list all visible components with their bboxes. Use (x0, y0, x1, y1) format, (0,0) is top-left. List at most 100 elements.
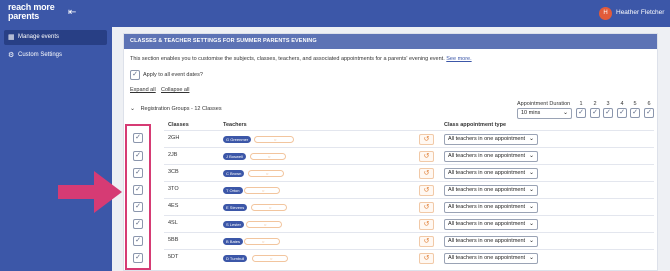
appointment-type-value: All teachers in one appointment (448, 221, 526, 227)
group-label: Registration Groups - 12 Classes (140, 106, 222, 112)
gear-icon: ⚙ (8, 52, 15, 59)
duration-checkbox-5[interactable]: ✓ (630, 108, 640, 118)
panel-title: CLASSES & TEACHER SETTINGS FOR SUMMER PA… (124, 34, 657, 49)
collapse-all-link[interactable]: Collapse all (161, 87, 189, 93)
row-divider (164, 198, 654, 199)
registration-groups-toggle[interactable]: ⌄ Registration Groups - 12 Classes (130, 105, 222, 112)
class-checkbox[interactable]: ✓ (133, 219, 143, 229)
chevron-down-icon: ⌄ (528, 170, 534, 176)
duration-checkbox-2[interactable]: ✓ (590, 108, 600, 118)
reset-icon[interactable]: ↺ (419, 168, 434, 179)
chevron-down-icon: ⌄ (528, 255, 534, 261)
class-name: 4ES (168, 203, 179, 209)
calendar-icon: ▦ (8, 34, 15, 41)
chevron-down-icon: ⌄ (562, 110, 568, 116)
intro-body: This section enables you to customise th… (130, 56, 445, 62)
reset-icon[interactable]: ↺ (419, 185, 434, 196)
appointment-duration-label: Appointment Duration (517, 101, 571, 107)
class-checkbox[interactable]: ✓ (133, 253, 143, 263)
teacher-tag[interactable]: S Lester (223, 221, 244, 228)
column-header-appointment-type: Class appointment type (444, 122, 507, 128)
appointment-type-select[interactable]: All teachers in one appointment ⌄ (444, 202, 538, 213)
reset-icon[interactable]: ↺ (419, 151, 434, 162)
duration-pill[interactable]: ○ (248, 170, 284, 177)
teacher-tag[interactable]: G Greenmer (223, 136, 252, 143)
sidebar-item-custom-settings[interactable]: ⚙ Custom Settings (4, 48, 107, 63)
class-name: 2GH (168, 135, 180, 141)
expand-all-link[interactable]: Expand all (130, 87, 156, 93)
duration-checkbox-1[interactable]: ✓ (576, 108, 586, 118)
class-name: 3TO (168, 186, 179, 192)
collapse-sidebar-icon[interactable]: ⇤ (68, 7, 78, 19)
teacher-tag[interactable]: D Turnbull (223, 255, 248, 262)
reset-icon[interactable]: ↺ (419, 236, 434, 247)
class-checkbox[interactable]: ✓ (133, 202, 143, 212)
reset-icon[interactable]: ↺ (419, 219, 434, 230)
appointment-type-select[interactable]: All teachers in one appointment ⌄ (444, 134, 538, 145)
reset-icon[interactable]: ↺ (419, 253, 434, 264)
appointment-type-select[interactable]: All teachers in one appointment ⌄ (444, 151, 538, 162)
duration-pill[interactable]: ○ (254, 136, 294, 143)
duration-pill[interactable]: ○ (244, 238, 280, 245)
duration-col-6: 6 (647, 101, 651, 107)
chevron-down-icon: ⌄ (528, 187, 534, 193)
app-logo[interactable]: reach more parents (8, 3, 64, 21)
reset-icon[interactable]: ↺ (419, 202, 434, 213)
duration-pill[interactable]: ○ (246, 221, 282, 228)
teacher-tag[interactable]: E Stevens (223, 204, 248, 211)
see-more-link[interactable]: See more. (446, 56, 471, 62)
class-name: 3CB (168, 169, 179, 175)
teacher-tag[interactable]: C Brown (223, 170, 245, 177)
avatar[interactable]: H (599, 7, 612, 20)
appointment-type-value: All teachers in one appointment (448, 170, 526, 176)
teacher-tag[interactable]: J Boswell (223, 153, 246, 160)
duration-pill[interactable]: ○ (252, 255, 288, 262)
sidebar-item-label: Manage events (18, 34, 60, 40)
class-name: 2JB (168, 152, 178, 158)
appointment-type-select[interactable]: All teachers in one appointment ⌄ (444, 168, 538, 179)
class-checkbox[interactable]: ✓ (133, 151, 143, 161)
appointment-type-select[interactable]: All teachers in one appointment ⌄ (444, 253, 538, 264)
settings-panel: CLASSES & TEACHER SETTINGS FOR SUMMER PA… (123, 33, 658, 271)
sidebar-item-manage-events[interactable]: ▦ Manage events (4, 30, 107, 45)
apply-all-checkbox[interactable]: ✓ (130, 70, 140, 80)
teacher-tag[interactable]: B Bates (223, 238, 244, 245)
reset-icon[interactable]: ↺ (419, 134, 434, 145)
sidebar-item-label: Custom Settings (18, 52, 63, 58)
teacher-tag[interactable]: T Orton (223, 187, 243, 194)
column-header-teachers: Teachers (223, 122, 247, 128)
appointment-type-value: All teachers in one appointment (448, 153, 526, 159)
duration-pill[interactable]: ○ (244, 187, 280, 194)
chevron-down-icon: ⌄ (528, 204, 534, 210)
class-checkbox[interactable]: ✓ (133, 185, 143, 195)
chevron-down-icon: ⌄ (130, 106, 136, 112)
intro-text: This section enables you to customise th… (130, 56, 472, 62)
row-divider (164, 147, 654, 148)
duration-pill[interactable]: ○ (251, 204, 287, 211)
appointment-type-value: All teachers in one appointment (448, 136, 526, 142)
user-name[interactable]: Heather Fletcher (616, 9, 664, 16)
column-header-classes: Classes (168, 122, 189, 128)
highlight-box (125, 124, 151, 270)
class-name: 5DT (168, 254, 179, 260)
duration-checkbox-3[interactable]: ✓ (603, 108, 613, 118)
class-checkbox[interactable]: ✓ (133, 168, 143, 178)
row-divider (164, 215, 654, 216)
row-divider (164, 232, 654, 233)
row-divider (164, 249, 654, 250)
row-divider (164, 130, 654, 131)
sidebar: ▦ Manage events ⚙ Custom Settings (0, 27, 112, 271)
appointment-type-select[interactable]: All teachers in one appointment ⌄ (444, 236, 538, 247)
appointment-type-select[interactable]: All teachers in one appointment ⌄ (444, 219, 538, 230)
duration-pill[interactable]: ○ (250, 153, 286, 160)
class-checkbox[interactable]: ✓ (133, 133, 143, 143)
appointment-type-select[interactable]: All teachers in one appointment ⌄ (444, 185, 538, 196)
chevron-down-icon: ⌄ (528, 221, 534, 227)
class-name: 5BB (168, 237, 179, 243)
appointment-duration-select[interactable]: 10 mins ⌄ (517, 108, 572, 119)
duration-checkbox-6[interactable]: ✓ (644, 108, 654, 118)
chevron-down-icon: ⌄ (528, 238, 534, 244)
class-checkbox[interactable]: ✓ (133, 236, 143, 246)
annotation-arrow-icon (58, 171, 122, 213)
duration-checkbox-4[interactable]: ✓ (617, 108, 627, 118)
